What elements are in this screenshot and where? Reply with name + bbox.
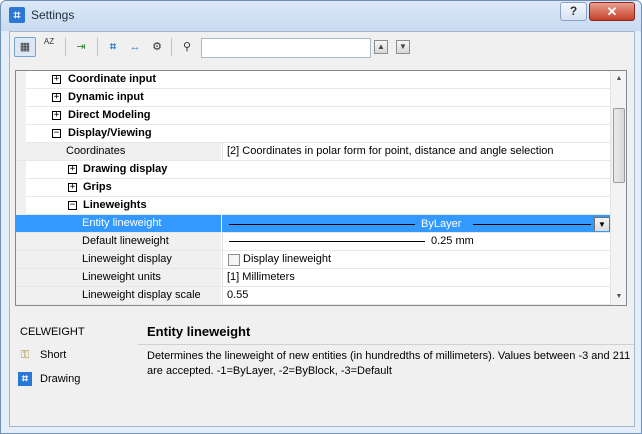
close-button[interactable]: ✕	[589, 2, 635, 21]
vertical-scrollbar[interactable]: ▲ ▼	[610, 71, 626, 305]
description-text: Determines the lineweight of new entitie…	[147, 350, 631, 377]
tree-group[interactable]: + Drawing display	[16, 161, 612, 179]
expand-icon[interactable]: +	[68, 165, 77, 174]
drawing-settings-icon[interactable]: ⌗	[102, 37, 124, 57]
group-direct-modeling: Direct Modeling	[68, 109, 151, 121]
group-display-viewing: Display/Viewing	[68, 127, 152, 139]
property-value-lineweight-units[interactable]: [1] Millimeters	[222, 269, 612, 286]
row-gutter	[16, 107, 26, 125]
settings-rows: + Coordinate input + Dynamic input + Dir…	[16, 71, 612, 305]
lineweight-display-value-cell[interactable]: Display lineweight	[222, 251, 612, 268]
next-match-button[interactable]: ▼	[396, 40, 410, 54]
property-row[interactable]: Coordinates [2] Coordinates in polar for…	[16, 143, 612, 161]
export-icon[interactable]: ⇥	[70, 37, 92, 57]
row-gutter	[16, 71, 26, 89]
display-lineweight-label: Display lineweight	[243, 253, 332, 265]
chevron-down-icon[interactable]: ▼	[594, 217, 610, 231]
row-gutter	[16, 89, 26, 107]
property-row[interactable]: Lineweight units [1] Millimeters	[16, 269, 612, 287]
scrollbar-thumb[interactable]	[613, 108, 625, 183]
row-gutter	[16, 125, 26, 143]
key-icon: ⚿	[20, 349, 30, 361]
dimension-icon[interactable]: ↔	[124, 37, 146, 57]
row-gutter	[16, 161, 26, 179]
group-dynamic-input: Dynamic input	[68, 91, 144, 103]
window-title: Settings	[31, 8, 75, 22]
expand-icon[interactable]: +	[52, 111, 61, 120]
find-binoculars-icon[interactable]: ⚲	[176, 37, 198, 57]
expand-icon[interactable]: +	[52, 93, 61, 102]
help-button[interactable]: ?	[560, 2, 587, 21]
row-gutter	[16, 179, 26, 197]
title-bar[interactable]: ⌗ Settings ? ✕	[1, 1, 641, 31]
toolbar-separator	[171, 38, 172, 56]
tree-group[interactable]: + Dynamic input	[16, 89, 612, 107]
categorized-view-icon[interactable]: ▦	[14, 37, 36, 57]
default-lineweight-value-cell[interactable]: 0.25 mm	[222, 233, 612, 250]
tree-group[interactable]: − Lineweights	[16, 197, 612, 215]
row-gutter	[16, 197, 26, 215]
description-title: Entity lineweight	[147, 324, 251, 339]
app-logo-icon: ⌗	[9, 7, 25, 23]
property-label-default-lineweight: Default lineweight	[16, 233, 221, 250]
property-value-coordinates[interactable]: [2] Coordinates in polar form for point,…	[222, 143, 612, 160]
scroll-up-icon[interactable]: ▲	[613, 73, 625, 85]
group-drawing-display: Drawing display	[83, 163, 168, 175]
settings-grid: + Coordinate input + Dynamic input + Dir…	[15, 70, 627, 306]
property-label-lineweight-units: Lineweight units	[16, 269, 221, 286]
drawing-label: Drawing	[40, 373, 81, 385]
property-row[interactable]: Lineweight display scale 0.55	[16, 287, 612, 305]
property-label-coordinates: Coordinates	[16, 143, 221, 160]
property-label-lineweight-display: Lineweight display	[16, 251, 221, 268]
options-gear-icon[interactable]: ⚙	[146, 37, 168, 57]
display-lineweight-checkbox[interactable]	[228, 254, 240, 266]
toolbar-separator	[97, 38, 98, 56]
group-coordinate-input: Coordinate input	[68, 73, 156, 85]
variable-name: CELWEIGHT	[20, 326, 85, 338]
lineweight-sample-line	[473, 224, 591, 225]
scroll-down-icon[interactable]: ▼	[613, 291, 625, 303]
property-value-lineweight-scale[interactable]: 0.55	[222, 287, 612, 304]
search-input[interactable]	[201, 38, 371, 58]
tree-group[interactable]: + Grips	[16, 179, 612, 197]
alphabetical-sort-icon[interactable]: AZ	[38, 37, 60, 57]
settings-window: ⌗ Settings ? ✕ ▦ AZ ⇥ ⌗ ↔ ⚙ ⚲ ▲ ▼ + Coor…	[0, 0, 642, 434]
toolbar-separator	[65, 38, 66, 56]
collapse-icon[interactable]: −	[68, 201, 77, 210]
lineweight-sample-line	[229, 224, 415, 225]
tree-group[interactable]: + Direct Modeling	[16, 107, 612, 125]
property-row[interactable]: Default lineweight 0.25 mm	[16, 233, 612, 251]
info-panel: CELWEIGHT ⚿ Short ⌗ Drawing Entity linew…	[10, 318, 634, 426]
entity-lineweight-select[interactable]: ByLayer ▼	[222, 215, 612, 232]
tree-group[interactable]: − Display/Viewing	[16, 125, 612, 143]
toolbar: ▦ AZ ⇥ ⌗ ↔ ⚙ ⚲ ▲ ▼	[10, 32, 634, 62]
default-lineweight-value: 0.25 mm	[431, 235, 474, 247]
drawing-icon: ⌗	[18, 372, 32, 386]
dialog-client: ▦ AZ ⇥ ⌗ ↔ ⚙ ⚲ ▲ ▼ + Coordinate input + …	[9, 31, 635, 427]
property-row-selected[interactable]: Entity lineweight ByLayer ▼	[16, 215, 612, 233]
expand-icon[interactable]: +	[68, 183, 77, 192]
collapse-icon[interactable]: −	[52, 129, 61, 138]
group-lineweights: Lineweights	[83, 199, 147, 211]
property-row[interactable]: Lineweight display Display lineweight	[16, 251, 612, 269]
group-grips: Grips	[83, 181, 112, 193]
previous-match-button[interactable]: ▲	[374, 40, 388, 54]
description-box: Determines the lineweight of new entitie…	[138, 344, 634, 426]
entity-lineweight-value: ByLayer	[421, 218, 462, 230]
expand-icon[interactable]: +	[52, 75, 61, 84]
property-label-entity-lineweight: Entity lineweight	[16, 215, 221, 232]
tree-group[interactable]: + Coordinate input	[16, 71, 612, 89]
property-label-lineweight-scale: Lineweight display scale	[16, 287, 221, 304]
short-label: Short	[40, 349, 67, 361]
lineweight-sample-line	[229, 241, 425, 242]
